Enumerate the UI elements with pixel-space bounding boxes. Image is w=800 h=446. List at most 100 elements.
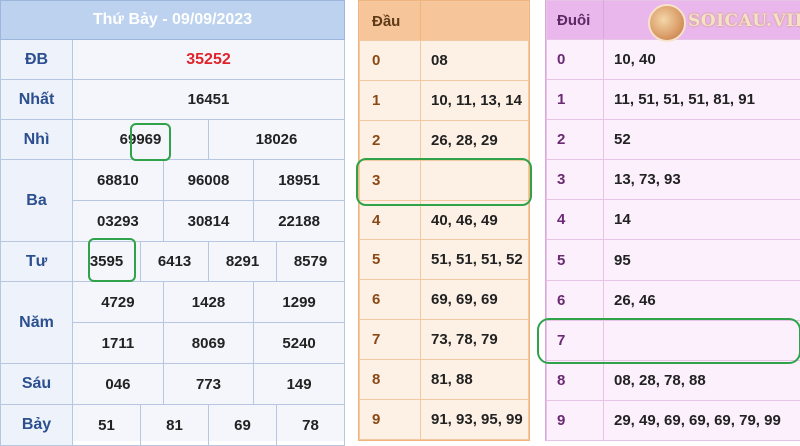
label-second: Nhì — [1, 120, 73, 160]
duoi-key: 1 — [547, 80, 604, 120]
fourth-prize-1: 3595 — [73, 242, 141, 282]
duoi-values: 10, 40 — [604, 40, 800, 80]
dau-row-1: 110, 11, 13, 14 — [360, 80, 529, 120]
dau-header-blank — [421, 2, 529, 41]
duoi-row-0: 010, 40 — [547, 40, 800, 80]
duoi-key: 8 — [547, 360, 604, 400]
fifth-prize-4: 1711 — [73, 323, 163, 363]
third-prize-3: 18951 — [254, 160, 344, 200]
duoi-header: Đuôi — [547, 1, 604, 40]
duoi-values: 29, 49, 69, 69, 69, 79, 99 — [604, 400, 800, 440]
duoi-key: 0 — [547, 40, 604, 80]
duoi-values: 26, 46 — [604, 280, 800, 320]
dau-values — [421, 160, 529, 200]
duoi-key: 6 — [547, 280, 604, 320]
duoi-row-1: 111, 51, 51, 51, 81, 91 — [547, 80, 800, 120]
duoi-values: 14 — [604, 200, 800, 240]
sixth-prize-2: 773 — [163, 364, 253, 404]
label-special: ĐB — [1, 40, 73, 80]
dau-row-7: 773, 78, 79 — [360, 320, 529, 360]
duoi-row-4: 414 — [547, 200, 800, 240]
second-prize-2: 18026 — [209, 120, 345, 160]
dau-row-2: 226, 28, 29 — [360, 120, 529, 160]
fourth-prize-4: 8579 — [277, 242, 345, 282]
duoi-values: 11, 51, 51, 51, 81, 91 — [604, 80, 800, 120]
duoi-values: 52 — [604, 120, 800, 160]
duoi-values: 95 — [604, 240, 800, 280]
dau-values: 08 — [421, 41, 529, 81]
dau-key: 2 — [360, 120, 421, 160]
duoi-row-3: 313, 73, 93 — [547, 160, 800, 200]
dau-key: 9 — [360, 400, 421, 440]
dau-key: 4 — [360, 200, 421, 240]
dau-row-0: 008 — [360, 41, 529, 81]
special-prize: 35252 — [73, 40, 345, 80]
seventh-prize-1: 51 — [73, 405, 141, 446]
site-logo: SOICAU.VIP — [640, 2, 800, 40]
dau-values: 51, 51, 51, 52 — [421, 240, 529, 280]
duoi-key: 4 — [547, 200, 604, 240]
dau-values: 26, 28, 29 — [421, 120, 529, 160]
third-prize-1: 68810 — [73, 160, 163, 200]
duoi-key: 2 — [547, 120, 604, 160]
third-prize-5: 30814 — [163, 201, 253, 241]
dau-header: Đầu — [360, 2, 421, 41]
tail-digit-table: Đuôi 010, 40 111, 51, 51, 51, 81, 91 252… — [545, 0, 800, 441]
label-fifth: Năm — [1, 282, 73, 364]
results-table: Thứ Bảy - 09/09/2023 ĐB 35252 Nhất 16451… — [0, 0, 344, 441]
duoi-row-9: 929, 49, 69, 69, 69, 79, 99 — [547, 400, 800, 440]
logo-mark-icon — [648, 4, 686, 42]
dau-row-3: 3 — [360, 160, 529, 200]
duoi-key: 3 — [547, 160, 604, 200]
second-prize-1: 69969 — [73, 120, 209, 160]
dau-row-9: 991, 93, 95, 99 — [360, 400, 529, 440]
fourth-prize-2: 6413 — [141, 242, 209, 282]
duoi-row-8: 808, 28, 78, 88 — [547, 360, 800, 400]
duoi-row-7: 7 — [547, 320, 800, 360]
duoi-row-6: 626, 46 — [547, 280, 800, 320]
dau-values: 40, 46, 49 — [421, 200, 529, 240]
dau-values: 81, 88 — [421, 360, 529, 400]
logo-text: SOICAU.VIP — [688, 11, 800, 31]
fourth-prize-3: 8291 — [209, 242, 277, 282]
fifth-prize-2: 1428 — [163, 282, 253, 322]
dau-values: 73, 78, 79 — [421, 320, 529, 360]
dau-key: 1 — [360, 80, 421, 120]
dau-row-5: 551, 51, 51, 52 — [360, 240, 529, 280]
duoi-key: 9 — [547, 400, 604, 440]
dau-row-4: 440, 46, 49 — [360, 200, 529, 240]
duoi-row-2: 252 — [547, 120, 800, 160]
dau-values: 69, 69, 69 — [421, 280, 529, 320]
label-seventh: Bảy — [1, 405, 73, 446]
sixth-prize-3: 149 — [254, 364, 344, 404]
fifth-prize-3: 1299 — [254, 282, 344, 322]
fifth-prize-1: 4729 — [73, 282, 163, 322]
head-digit-table: Đầu 008 110, 11, 13, 14 226, 28, 29 3 44… — [358, 0, 530, 441]
label-fourth: Tư — [1, 242, 73, 282]
seventh-prize-3: 69 — [209, 405, 277, 446]
label-first: Nhất — [1, 80, 73, 120]
label-third: Ba — [1, 160, 73, 242]
duoi-key: 5 — [547, 240, 604, 280]
dau-key: 0 — [360, 41, 421, 81]
fifth-prize-5: 8069 — [163, 323, 253, 363]
third-prize-6: 22188 — [254, 201, 344, 241]
sixth-prize-1: 046 — [73, 364, 163, 404]
dau-key: 8 — [360, 360, 421, 400]
duoi-values — [604, 320, 800, 360]
duoi-row-5: 595 — [547, 240, 800, 280]
first-prize: 16451 — [73, 80, 345, 120]
duoi-values: 13, 73, 93 — [604, 160, 800, 200]
results-title: Thứ Bảy - 09/09/2023 — [1, 1, 345, 40]
duoi-values: 08, 28, 78, 88 — [604, 360, 800, 400]
dau-row-6: 669, 69, 69 — [360, 280, 529, 320]
dau-values: 10, 11, 13, 14 — [421, 80, 529, 120]
duoi-key: 7 — [547, 320, 604, 360]
dau-row-8: 881, 88 — [360, 360, 529, 400]
label-sixth: Sáu — [1, 364, 73, 405]
fifth-prize-6: 5240 — [254, 323, 344, 363]
third-prize-2: 96008 — [163, 160, 253, 200]
dau-key: 3 — [360, 160, 421, 200]
seventh-prize-4: 78 — [277, 405, 345, 446]
third-prize-4: 03293 — [73, 201, 163, 241]
